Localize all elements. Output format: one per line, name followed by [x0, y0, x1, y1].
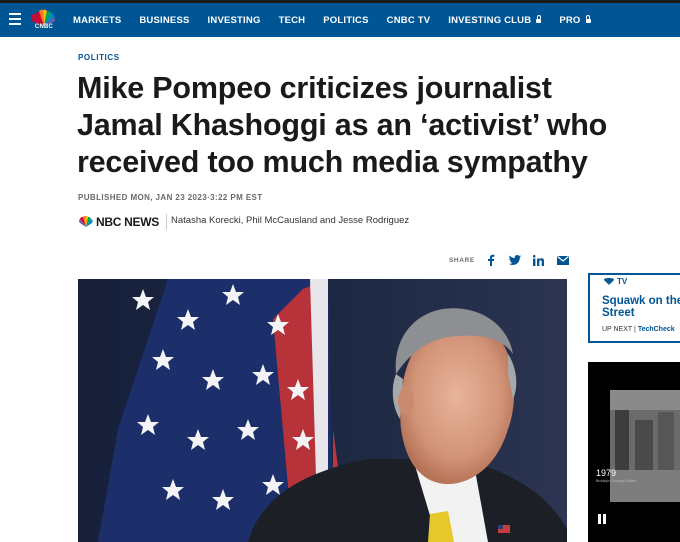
pompeo-flag-photo — [78, 279, 567, 542]
video-year: 1979 — [596, 468, 617, 478]
twitter-icon[interactable] — [508, 254, 521, 266]
nav-item-label: TECH — [278, 14, 306, 26]
nav-item-label: PRO — [559, 14, 581, 26]
article-kicker[interactable]: POLITICS — [78, 53, 120, 62]
article-lead-image[interactable] — [78, 279, 567, 542]
nav-item-investing-club[interactable]: INVESTING CLUB — [448, 14, 542, 26]
video-caption: Brooklyn Crossing Bottom — [596, 479, 637, 483]
up-next-show[interactable]: TechCheck — [638, 326, 675, 333]
main-nav: MARKETS BUSINESS INVESTING TECH POLITICS CNBC… — [73, 3, 609, 37]
headline-line: Mike Pompeo criticizes journalist — [77, 71, 552, 105]
nbc-news-label: NBC NEWS — [96, 215, 159, 229]
email-icon[interactable] — [556, 254, 569, 266]
up-next: UP NEXT | TechCheck — [602, 326, 675, 333]
nav-item-business[interactable]: BUSINESS — [139, 15, 189, 26]
nav-item-markets[interactable]: MARKETS — [73, 15, 121, 26]
nav-item-label: INVESTING CLUB — [448, 14, 532, 26]
article-headline: Mike Pompeo criticizes journalist Jamal … — [77, 70, 680, 181]
published-date: PUBLISHED MON, JAN 23 2023·3:22 PM EST — [78, 193, 263, 202]
top-navigation-bar: CNBC MARKETS BUSINESS INVESTING TECH POLITIC… — [0, 0, 680, 37]
share-label: SHARE — [449, 256, 475, 264]
tv-label: TV — [617, 277, 628, 286]
lock-icon — [536, 15, 542, 23]
nav-item-pro[interactable]: PRO — [559, 14, 591, 26]
cnbc-logo-text: CNBC — [34, 24, 54, 30]
nav-item-politics[interactable]: POLITICS — [323, 15, 368, 26]
nav-item-label: BUSINESS — [139, 14, 190, 26]
headline-line: received too much media sympathy — [77, 145, 588, 179]
lock-icon — [585, 15, 591, 23]
nbc-news-logo[interactable]: NBC NEWS — [78, 215, 159, 229]
peacock-icon — [604, 277, 614, 285]
pause-icon[interactable] — [596, 513, 608, 525]
nav-item-label: CNBC TV — [386, 14, 431, 26]
facebook-icon[interactable] — [485, 254, 497, 266]
nav-item-cnbc-tv[interactable]: CNBC TV — [387, 15, 431, 26]
linkedin-icon[interactable] — [533, 254, 545, 266]
up-next-label: UP NEXT | — [602, 326, 636, 333]
headline-line: Jamal Khashoggi as an ‘activist’ who — [77, 108, 608, 142]
nav-item-label: MARKETS — [73, 14, 122, 26]
video-player[interactable]: 1979 Brooklyn Crossing Bottom — [588, 362, 680, 542]
nav-item-investing[interactable]: INVESTING — [208, 15, 261, 26]
nav-item-label: POLITICS — [323, 14, 369, 26]
article-byline[interactable]: Natasha Korecki, Phil McCausland and Jes… — [171, 215, 409, 226]
nav-item-tech[interactable]: TECH — [279, 15, 306, 26]
nbc-peacock-icon — [79, 216, 93, 227]
cnbc-tv-logo: TV — [603, 277, 627, 286]
video-thumbnail — [610, 390, 680, 502]
live-tv-widget[interactable]: TV Squawk on the Street UP NEXT | TechCh… — [588, 273, 680, 343]
live-show-title[interactable]: Squawk on the Street — [602, 295, 680, 319]
byline-divider — [166, 214, 167, 230]
menu-icon[interactable] — [9, 13, 21, 28]
nav-item-label: INVESTING — [207, 14, 261, 26]
share-bar: SHARE — [449, 254, 581, 266]
